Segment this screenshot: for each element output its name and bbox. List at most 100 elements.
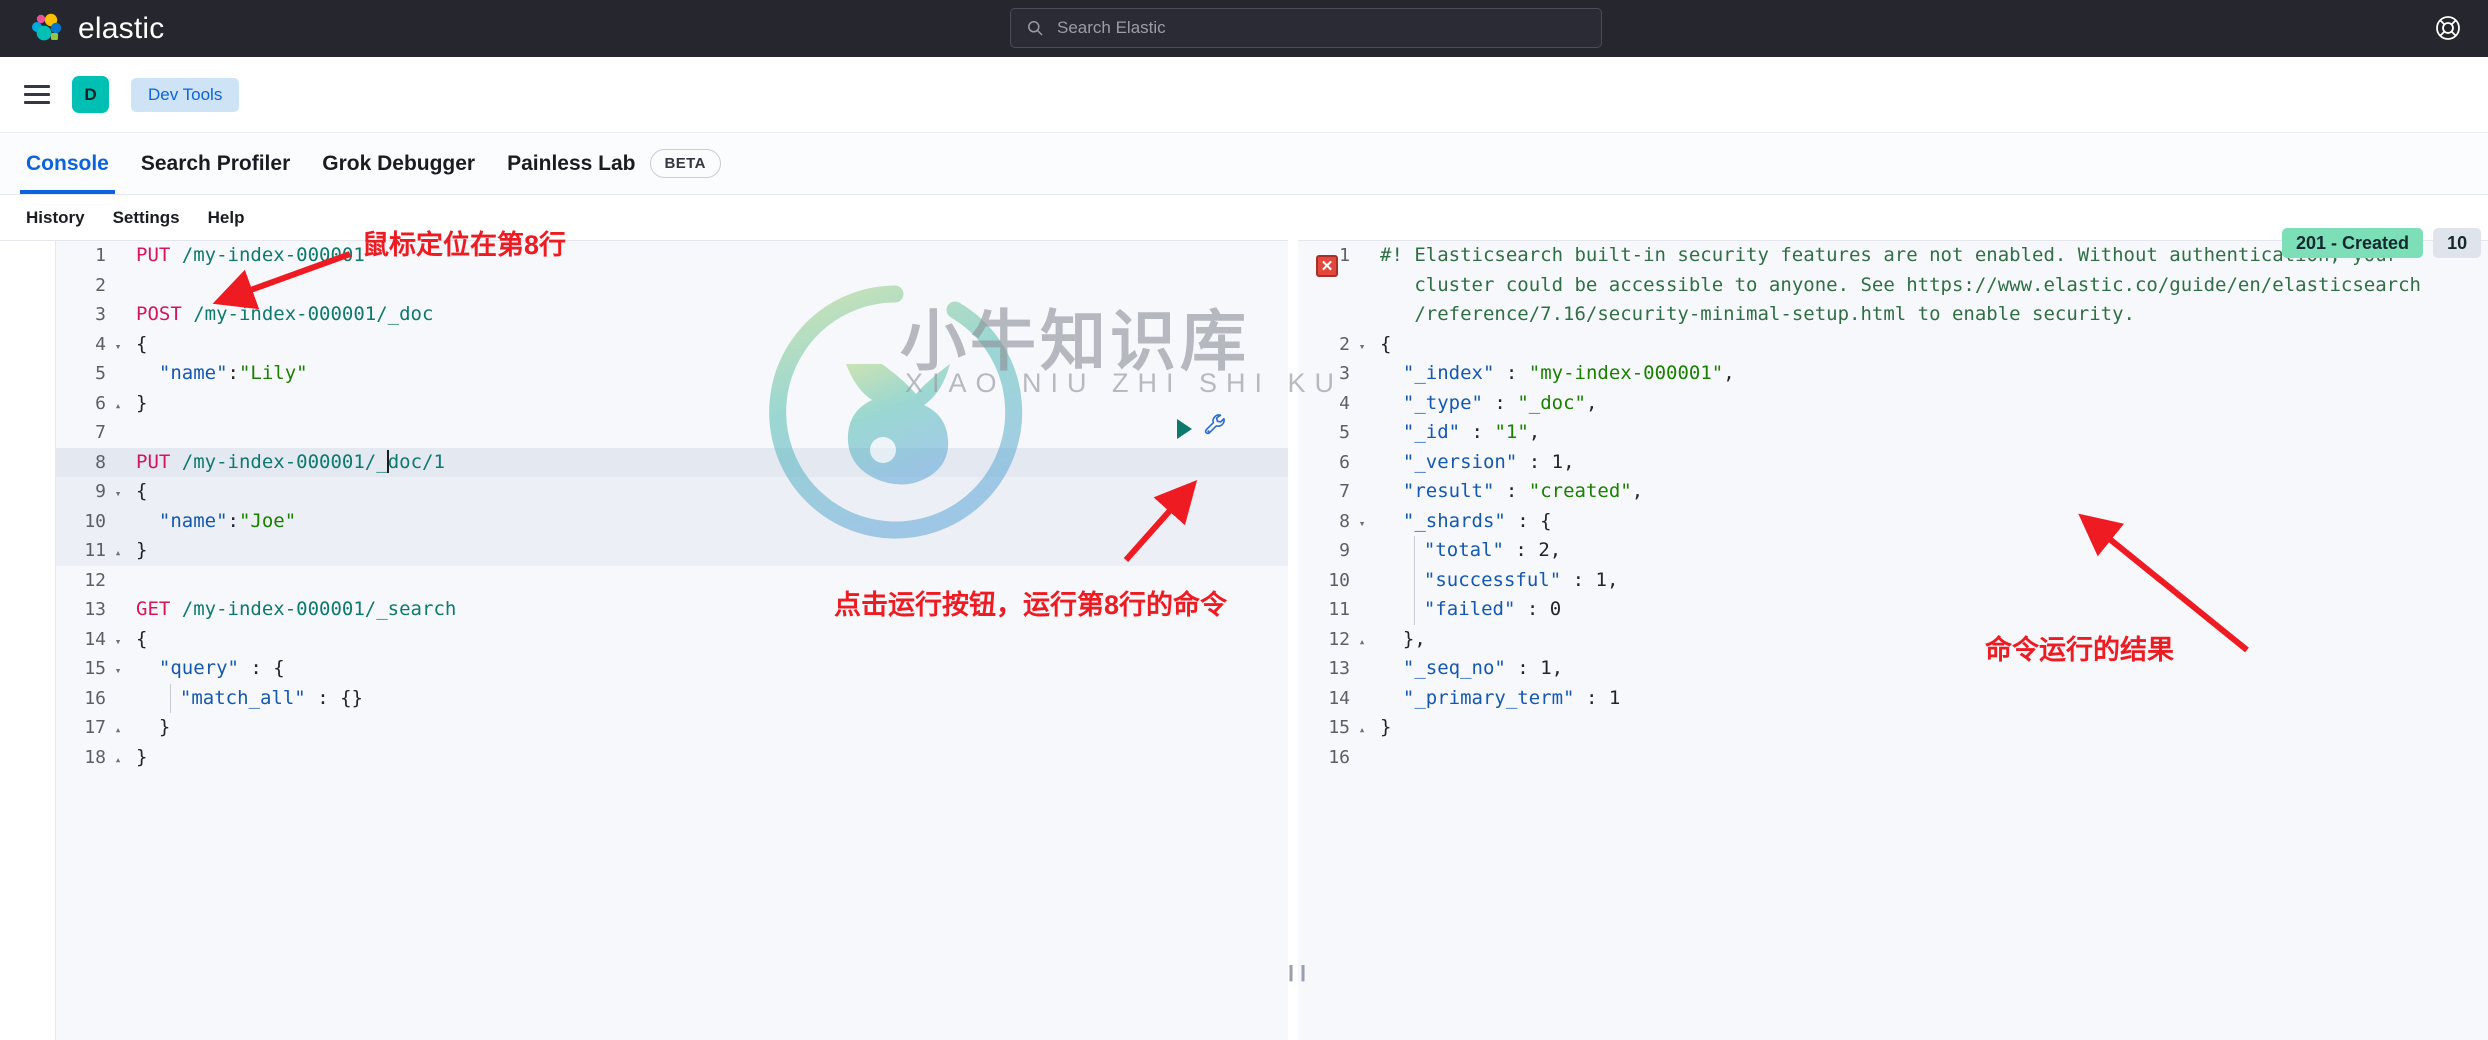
fold-toggle[interactable] xyxy=(1354,448,1370,450)
lifebuoy-help-icon[interactable] xyxy=(2434,14,2462,42)
fold-toggle[interactable] xyxy=(1354,743,1370,745)
fold-toggle[interactable] xyxy=(110,684,126,686)
fold-toggle[interactable] xyxy=(110,241,126,243)
warning-part-3: /reference/7.16/security-minimal-setup.h… xyxy=(1414,303,2135,325)
tab-painless-lab[interactable]: Painless Lab BETA xyxy=(491,133,737,194)
hamburger-menu-icon[interactable] xyxy=(24,85,50,104)
fold-toggle[interactable]: ▾ xyxy=(110,654,126,686)
editor-line[interactable]: 6 ▴ } xyxy=(56,389,1288,419)
line-number: 7 xyxy=(1339,481,1350,502)
editor-line[interactable]: 17 ▴ } xyxy=(56,713,1288,743)
editor-line[interactable]: 2 xyxy=(56,271,1288,301)
wrench-actions-icon[interactable] xyxy=(1203,412,1229,438)
fold-toggle xyxy=(1354,241,1370,243)
fold-toggle[interactable] xyxy=(1354,566,1370,568)
line-number: 6 xyxy=(95,392,106,414)
editor-line[interactable]: 3 POST /my-index-000001/_doc xyxy=(56,300,1288,330)
fold-toggle[interactable]: ▴ xyxy=(1354,713,1370,745)
response-line: 13 "_seq_no" : 1, xyxy=(1298,654,2488,684)
fold-toggle[interactable] xyxy=(110,271,126,273)
editor-line[interactable]: 18 ▴ } xyxy=(56,743,1288,773)
line-number: 3 xyxy=(1339,363,1350,384)
line-text: "match_all" : {} xyxy=(126,683,363,713)
run-request-play-icon[interactable] xyxy=(1177,419,1192,439)
fold-toggle[interactable] xyxy=(110,595,126,597)
fold-toggle[interactable] xyxy=(110,300,126,302)
response-line: 7 "result" : "created", xyxy=(1298,477,2488,507)
editor-line[interactable]: 10 "name":"Joe" xyxy=(56,506,1288,536)
line-text: { xyxy=(136,627,148,650)
editor-line[interactable]: 1 PUT /my-index-000001 xyxy=(56,241,1288,271)
pane-resize-handle[interactable]: ❙❙ xyxy=(1285,960,1309,984)
editor-line-active[interactable]: 8 PUT /my-index-000001/_doc/1 xyxy=(56,447,1288,477)
tab-console-label: Console xyxy=(26,151,109,175)
editor-gutter-strip xyxy=(0,241,56,1040)
brand[interactable]: elastic xyxy=(30,12,164,46)
menu-item-settings[interactable]: Settings xyxy=(99,195,194,240)
line-text: } xyxy=(136,539,148,561)
tab-console[interactable]: Console xyxy=(10,133,125,194)
fold-toggle[interactable]: ▾ xyxy=(1354,507,1370,539)
global-top-bar: elastic Search Elastic xyxy=(0,0,2488,57)
status-badge: 201 - Created xyxy=(2282,228,2424,258)
fold-toggle[interactable] xyxy=(110,448,126,450)
fold-toggle[interactable] xyxy=(1354,389,1370,391)
fold-toggle[interactable]: ▴ xyxy=(110,743,126,775)
tab-painless-lab-label: Painless Lab xyxy=(507,151,636,175)
fold-toggle[interactable]: ▴ xyxy=(110,713,126,745)
fold-toggle[interactable] xyxy=(1354,595,1370,597)
fold-toggle[interactable]: ▴ xyxy=(110,389,126,421)
fold-toggle[interactable] xyxy=(1354,477,1370,479)
editor-line[interactable]: 4 ▾ { xyxy=(56,330,1288,360)
breadcrumb-dev-tools[interactable]: Dev Tools xyxy=(131,77,240,112)
response-output[interactable]: 1 #! Elasticsearch built-in security fea… xyxy=(1298,241,2488,1040)
space-avatar[interactable]: D xyxy=(72,76,109,113)
editor-line[interactable]: 15 ▾ "query" : { xyxy=(56,654,1288,684)
fold-toggle[interactable]: ▾ xyxy=(110,330,126,362)
editor-line[interactable]: 7 xyxy=(56,418,1288,448)
app-tabs: Console Search Profiler Grok Debugger Pa… xyxy=(0,133,2488,195)
line-text: "name":"Joe" xyxy=(158,509,297,532)
line-text: #! Elasticsearch built-in security featu… xyxy=(1370,241,2421,330)
anno-result: 命令运行的结果 xyxy=(1985,635,2174,665)
request-editor-pane[interactable]: 1 PUT /my-index-000001 2 3 POST /my-inde… xyxy=(0,240,1288,1040)
editor-line[interactable]: 5 "name":"Lily" xyxy=(56,359,1288,389)
fold-toggle[interactable] xyxy=(1354,684,1370,686)
fold-toggle[interactable] xyxy=(110,507,126,509)
menu-item-help[interactable]: Help xyxy=(194,195,259,240)
menu-item-history[interactable]: History xyxy=(12,195,99,240)
fold-toggle[interactable]: ▴ xyxy=(110,536,126,568)
line-number: 15 xyxy=(84,658,106,679)
editor-line[interactable]: 14 ▾ { xyxy=(56,625,1288,655)
editor-line[interactable]: 16 "match_all" : {} xyxy=(56,683,1288,713)
line-text: "_version" : 1, xyxy=(1402,450,1575,473)
fold-toggle[interactable] xyxy=(1354,654,1370,656)
line-text: "_seq_no" : 1, xyxy=(1402,657,1564,679)
line-text: } xyxy=(136,391,148,414)
editor-line[interactable]: 9 ▾ { xyxy=(56,477,1288,507)
line-number: 17 xyxy=(84,717,106,738)
fold-toggle[interactable] xyxy=(110,359,126,361)
line-text: "query" : { xyxy=(158,657,285,679)
response-line: 14 "_primary_term" : 1 xyxy=(1298,684,2488,714)
fold-toggle[interactable] xyxy=(110,566,126,568)
fold-toggle[interactable]: ▾ xyxy=(1354,330,1370,362)
fold-toggle[interactable] xyxy=(110,418,126,420)
tab-search-profiler[interactable]: Search Profiler xyxy=(125,133,306,194)
fold-toggle[interactable] xyxy=(1354,536,1370,538)
global-search-bar[interactable]: Search Elastic xyxy=(1010,8,1602,48)
tab-grok-debugger[interactable]: Grok Debugger xyxy=(306,133,491,194)
fold-toggle[interactable]: ▾ xyxy=(110,477,126,509)
response-output-pane[interactable]: 1 #! Elasticsearch built-in security fea… xyxy=(1298,240,2488,1040)
line-number: 16 xyxy=(1328,746,1350,768)
fold-toggle[interactable]: ▴ xyxy=(1354,625,1370,657)
response-error-marker[interactable]: ✕ xyxy=(1316,255,1338,277)
fold-toggle[interactable] xyxy=(1354,359,1370,361)
fold-toggle[interactable]: ▾ xyxy=(110,625,126,657)
line-number: 8 xyxy=(95,451,106,473)
editor-line[interactable]: 11 ▴ } xyxy=(56,536,1288,566)
search-input[interactable]: Search Elastic xyxy=(1057,18,1166,38)
fold-toggle[interactable] xyxy=(1354,418,1370,420)
request-editor[interactable]: 1 PUT /my-index-000001 2 3 POST /my-inde… xyxy=(56,241,1288,1040)
response-time-badge: 10 xyxy=(2433,228,2482,258)
